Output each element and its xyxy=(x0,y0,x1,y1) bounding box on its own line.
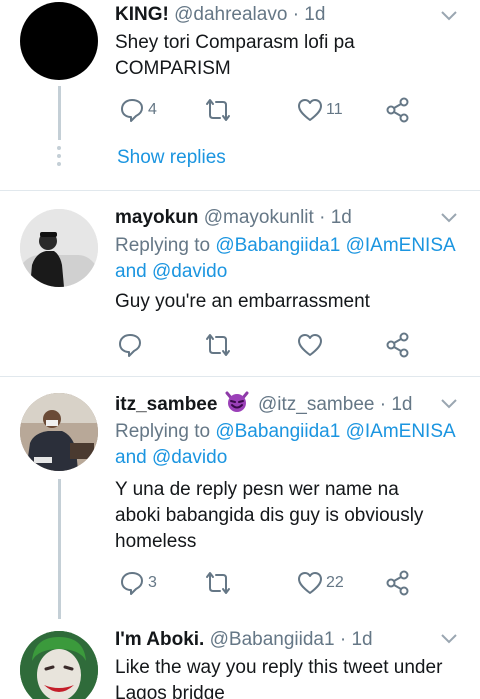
tweet-actions: 3 22 xyxy=(115,569,425,597)
retweet-button[interactable] xyxy=(203,331,233,359)
mention-link[interactable]: @davido xyxy=(152,261,227,282)
person-photo xyxy=(20,393,98,471)
heart-icon xyxy=(298,99,322,121)
chevron-down-icon[interactable] xyxy=(440,398,458,410)
like-button[interactable] xyxy=(297,331,323,359)
chevron-down-icon[interactable] xyxy=(440,212,458,224)
tweet-3[interactable]: itz_sambee @itz_sambee · 1d Replying to … xyxy=(0,377,480,619)
user-handle[interactable]: @mayokunlit xyxy=(204,207,314,228)
mention-link[interactable]: @IAmENISA xyxy=(346,235,455,256)
mention-link[interactable]: @davido xyxy=(152,447,227,468)
like-button[interactable]: 11 xyxy=(297,96,343,124)
share-button[interactable] xyxy=(385,569,411,597)
timestamp[interactable]: · 1d xyxy=(380,394,413,415)
chevron-down-icon[interactable] xyxy=(440,633,458,645)
and-word: and xyxy=(115,261,147,282)
show-replies-link[interactable]: Show replies xyxy=(117,147,226,169)
display-name[interactable]: I'm Aboki. xyxy=(115,629,204,650)
tweet-text: Guy you're an embarrassment xyxy=(115,291,370,312)
user-handle[interactable]: @itz_sambee xyxy=(258,394,374,415)
tweet-text: Y una de reply pesn wer name na aboki ba… xyxy=(115,479,424,552)
reply-icon xyxy=(121,572,143,595)
share-icon xyxy=(386,570,409,596)
like-button[interactable]: 22 xyxy=(297,569,344,597)
retweet-icon xyxy=(206,572,230,594)
thread-line xyxy=(58,86,61,140)
tweet-4[interactable]: I'm Aboki. @Babangiida1 · 1d Like the wa… xyxy=(0,619,480,699)
tweet-header: KING! @dahrealavo · 1d xyxy=(115,2,420,28)
share-button[interactable] xyxy=(385,331,411,359)
like-count: 11 xyxy=(326,101,343,118)
user-handle[interactable]: @dahrealavo xyxy=(174,4,287,25)
replying-to-label: Replying to xyxy=(115,235,211,256)
reply-button[interactable]: 3 xyxy=(119,569,157,597)
timestamp[interactable]: · 1d xyxy=(293,4,326,25)
heart-icon xyxy=(298,572,322,594)
timestamp[interactable]: · 1d xyxy=(340,629,373,650)
timestamp[interactable]: · 1d xyxy=(319,207,352,228)
tweet-header: I'm Aboki. @Babangiida1 · 1d xyxy=(115,627,420,653)
display-name[interactable]: itz_sambee xyxy=(115,394,217,415)
tweet-1[interactable]: KING! @dahrealavo · 1d Shey tori Compara… xyxy=(0,0,480,190)
reply-icon xyxy=(121,99,143,122)
replying-to: Replying to @Babangiida1 @IAmENISA and @… xyxy=(115,233,465,285)
avatar[interactable] xyxy=(20,393,98,471)
tweet-actions: 4 11 xyxy=(115,96,425,124)
mention-link[interactable]: @Babangiida1 xyxy=(215,235,340,256)
replying-to-label: Replying to xyxy=(115,421,211,442)
mention-link[interactable]: @Babangiida1 xyxy=(215,421,340,442)
reply-button[interactable]: 4 xyxy=(119,96,157,124)
thread-line xyxy=(58,479,61,619)
reply-icon xyxy=(119,334,141,357)
display-name[interactable]: KING! xyxy=(115,4,169,25)
reply-count: 3 xyxy=(148,574,157,591)
tweet-header: itz_sambee @itz_sambee · 1d xyxy=(115,391,420,417)
mention-link[interactable]: @IAmENISA xyxy=(346,421,455,442)
retweet-icon xyxy=(206,99,230,121)
retweet-button[interactable] xyxy=(203,96,233,124)
retweet-icon xyxy=(206,334,230,356)
heart-icon xyxy=(298,334,322,356)
tweet-text: Like the way you reply this tweet under … xyxy=(115,657,443,699)
tweet-2[interactable]: mayokun @mayokunlit · 1d Replying to @Ba… xyxy=(0,191,480,375)
person-photo xyxy=(20,631,98,699)
share-icon xyxy=(386,97,409,123)
avatar[interactable] xyxy=(20,631,98,699)
avatar[interactable] xyxy=(20,209,98,287)
tweet-text: Shey tori Comparasm lofi pa COMPARISM xyxy=(115,32,355,79)
reply-count: 4 xyxy=(148,101,157,118)
tweet-actions xyxy=(115,331,425,359)
person-photo xyxy=(20,209,98,287)
share-button[interactable] xyxy=(385,96,411,124)
and-word: and xyxy=(115,447,147,468)
thread-dots xyxy=(57,146,62,170)
display-name[interactable]: mayokun xyxy=(115,207,198,228)
share-icon xyxy=(386,332,409,358)
chevron-down-icon[interactable] xyxy=(440,10,458,22)
reply-button[interactable] xyxy=(117,331,143,359)
smiling-devil-emoji-icon xyxy=(225,391,249,412)
tweet-header: mayokun @mayokunlit · 1d xyxy=(115,205,420,231)
retweet-button[interactable] xyxy=(203,569,233,597)
avatar[interactable] xyxy=(20,2,98,80)
like-count: 22 xyxy=(326,574,344,591)
replying-to: Replying to @Babangiida1 @IAmENISA and @… xyxy=(115,419,465,471)
user-handle[interactable]: @Babangiida1 xyxy=(210,629,335,650)
